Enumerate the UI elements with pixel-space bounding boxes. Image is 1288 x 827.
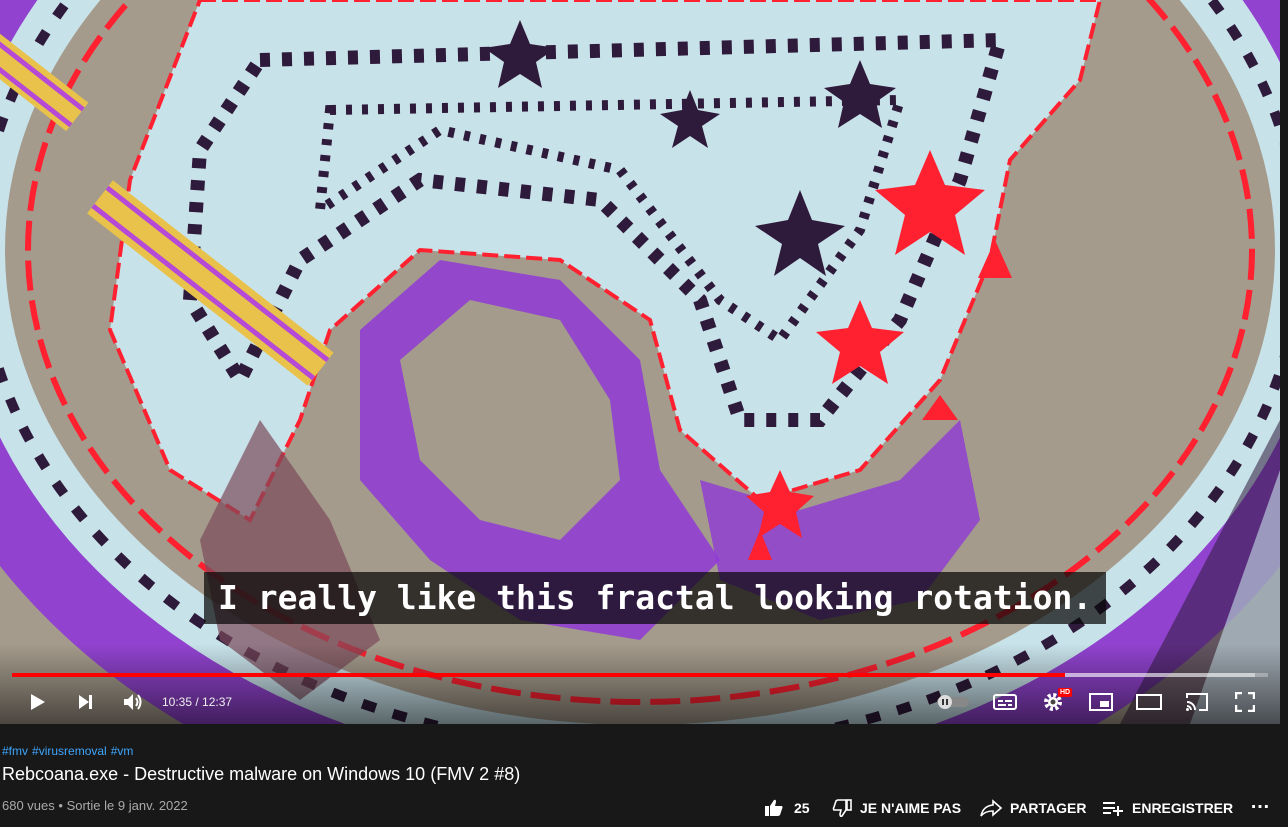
more-icon: … — [1250, 790, 1270, 813]
dislike-label: JE N'AIME PAS — [860, 800, 962, 816]
dislike-button[interactable]: JE N'AIME PAS — [832, 798, 961, 818]
next-button[interactable] — [68, 680, 102, 724]
cast-button[interactable] — [1180, 680, 1214, 724]
miniplayer-button[interactable] — [1084, 680, 1118, 724]
autoplay-toggle-icon — [937, 695, 969, 709]
player-controls: 10:35 / 12:37 HD — [0, 680, 1280, 724]
subtitles-button[interactable] — [988, 680, 1022, 724]
like-count: 25 — [794, 800, 810, 816]
theater-mode-button[interactable] — [1132, 680, 1166, 724]
hashtag-link[interactable]: #vm — [111, 744, 134, 758]
settings-button[interactable]: HD — [1036, 680, 1073, 724]
like-button[interactable]: 25 — [764, 798, 810, 818]
playlist-add-icon — [1103, 802, 1123, 816]
time-separator: / — [192, 695, 203, 709]
thumbs-down-icon — [832, 799, 852, 817]
video-player[interactable]: I really like this fractal looking rotat… — [0, 0, 1280, 724]
progress-bar[interactable] — [12, 673, 1268, 677]
cast-icon — [1186, 693, 1208, 711]
video-meta: #fmv #virusremoval #vm Rebcoana.exe - Dest… — [0, 724, 1288, 827]
share-label: PARTAGER — [1010, 800, 1087, 816]
hd-badge: HD — [1058, 688, 1073, 697]
hashtag-link[interactable]: #fmv — [2, 744, 28, 758]
time-current: 10:35 — [162, 695, 193, 709]
video-info: 680 vues • Sortie le 9 janv. 2022 — [2, 798, 188, 813]
thumbs-up-icon — [765, 799, 783, 816]
progress-played — [12, 673, 1065, 677]
fullscreen-button[interactable] — [1228, 680, 1262, 724]
miniplayer-icon — [1089, 693, 1113, 711]
subtitle-caption: I really like this fractal looking rotat… — [204, 572, 1107, 624]
next-icon — [79, 695, 92, 709]
video-title: Rebcoana.exe - Destructive malware on Wi… — [2, 764, 521, 784]
subtitles-icon — [993, 694, 1017, 710]
time-total: 12:37 — [202, 695, 233, 709]
volume-button[interactable] — [116, 680, 150, 724]
time-display: 10:35 / 12:37 — [162, 680, 232, 724]
theater-mode-icon — [1136, 694, 1162, 710]
play-button[interactable] — [20, 680, 54, 724]
upload-date: Sortie le 9 janv. 2022 — [66, 798, 188, 813]
autoplay-toggle[interactable] — [934, 680, 972, 724]
hashtag-list: #fmv #virusremoval #vm — [2, 744, 137, 758]
fullscreen-icon — [1235, 692, 1255, 712]
share-button[interactable]: PARTAGER — [980, 798, 1086, 818]
share-icon — [980, 799, 1002, 817]
play-icon — [31, 694, 45, 710]
more-actions-button[interactable]: … — [1250, 790, 1270, 813]
info-separator: • — [58, 798, 63, 813]
save-label: ENREGISTRER — [1132, 800, 1234, 816]
hashtag-link[interactable]: #virusremoval — [32, 744, 107, 758]
save-button[interactable]: ENREGISTRER — [1102, 798, 1233, 818]
view-count: 680 vues — [2, 798, 55, 813]
volume-icon — [124, 694, 142, 710]
